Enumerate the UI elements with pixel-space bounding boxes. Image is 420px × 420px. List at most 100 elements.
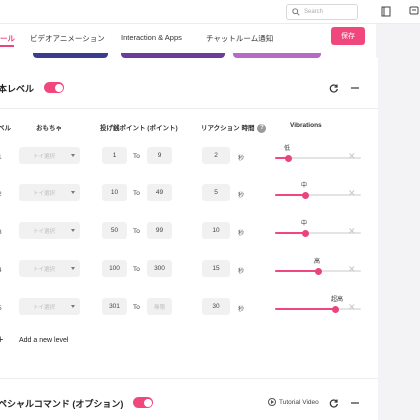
level-row: 3 トイ選択 50 To 99 10 秒 中 ✕ <box>0 218 378 248</box>
reaction-time-input[interactable]: 5 <box>202 184 230 201</box>
header-tip-points: 投げ銭ポイント (ポイント) <box>100 125 178 132</box>
chat-icon[interactable] <box>409 6 419 17</box>
vibration-slider-fill <box>275 194 305 196</box>
bookmark-icon[interactable] <box>381 6 391 17</box>
refresh-icon[interactable] <box>329 398 339 408</box>
points-from-input[interactable]: 1 <box>102 147 127 164</box>
to-label: To <box>133 153 140 160</box>
vibration-level-label: 中 <box>301 221 308 227</box>
collapse-icon[interactable] <box>350 398 360 408</box>
section-divider <box>0 378 378 379</box>
toy-select[interactable]: トイ選択 <box>19 298 80 315</box>
to-label: To <box>133 266 140 273</box>
side-panel <box>378 24 420 420</box>
points-to-input[interactable]: 99 <box>147 222 172 239</box>
points-to-input[interactable]: 9 <box>147 147 172 164</box>
reaction-time-input[interactable]: 2 <box>202 147 230 164</box>
vibration-level-label: 中 <box>301 183 308 189</box>
points-from-input[interactable]: 10 <box>102 184 127 201</box>
reaction-time-input[interactable]: 15 <box>202 260 230 277</box>
header-vibrations: Vibrations <box>290 122 322 129</box>
seconds-label: 秒 <box>238 193 245 199</box>
toy-select[interactable]: トイ選択 <box>19 184 80 201</box>
section-divider <box>0 108 378 109</box>
points-to-input[interactable]: 無限 <box>147 298 172 315</box>
vibration-slider-fill <box>275 232 305 234</box>
add-level-label: Add a new level <box>19 337 69 344</box>
vibration-slider-fill <box>275 270 318 272</box>
level-row: 2 トイ選択 10 To 49 5 秒 中 ✕ <box>0 180 378 210</box>
tutorial-video-label: Tutorial Video <box>279 398 319 406</box>
plus-icon: + <box>0 334 4 346</box>
toy-select[interactable]: トイ選択 <box>19 222 80 239</box>
vibration-level-label: 超高 <box>331 297 344 303</box>
active-tab-indicator <box>0 45 14 47</box>
header-toy: おもちゃ <box>36 125 62 132</box>
vibration-slider-thumb[interactable] <box>314 267 322 275</box>
level-row: 1 トイ選択 1 To 9 2 秒 低 ✕ <box>0 143 378 173</box>
chevron-down-icon <box>71 305 75 308</box>
tab-interaction-apps[interactable]: Interaction & Apps <box>121 33 182 42</box>
points-from-input[interactable]: 100 <box>102 260 127 277</box>
seconds-label: 秒 <box>238 231 245 237</box>
delete-row-icon[interactable]: ✕ <box>348 188 356 199</box>
toy-select-placeholder: トイ選択 <box>33 191 56 197</box>
basic-level-title: 本レベル <box>0 84 35 94</box>
to-label: To <box>133 190 140 197</box>
vibration-slider-thumb[interactable] <box>301 191 309 199</box>
delete-row-icon[interactable]: ✕ <box>348 151 356 162</box>
level-number: 2 <box>0 191 2 198</box>
header-level: ベル <box>0 125 11 132</box>
level-number: 1 <box>0 154 2 161</box>
toy-select[interactable]: トイ選択 <box>19 260 80 277</box>
level-row: 4 トイ選択 100 To 300 15 秒 高 ✕ <box>0 256 378 286</box>
vibration-level-label: 低 <box>284 146 291 152</box>
vibration-slider-thumb[interactable] <box>331 305 339 313</box>
special-commands-title: ペシャルコマンド (オプション) <box>0 399 124 409</box>
reaction-time-input[interactable]: 30 <box>202 298 230 315</box>
delete-row-icon[interactable]: ✕ <box>348 226 356 237</box>
toy-select[interactable]: トイ選択 <box>19 147 80 164</box>
delete-row-icon[interactable]: ✕ <box>348 264 356 275</box>
save-button[interactable]: 保存 <box>331 27 365 45</box>
points-from-input[interactable]: 301 <box>102 298 127 315</box>
seconds-label: 秒 <box>238 269 245 275</box>
chevron-down-icon <box>71 154 75 157</box>
vibration-slider-thumb[interactable] <box>284 154 292 162</box>
vibration-slider-thumb[interactable] <box>301 229 309 237</box>
level-number: 4 <box>0 267 2 274</box>
vibration-slider-fill <box>275 308 335 310</box>
vibration-level-label: 高 <box>314 259 321 265</box>
basic-level-toggle[interactable] <box>44 82 64 93</box>
points-to-input[interactable]: 300 <box>147 260 172 277</box>
play-icon <box>268 398 276 406</box>
tab-chatroom-notification[interactable]: チャットルーム通知 <box>206 33 273 44</box>
search-placeholder: Search <box>304 9 324 15</box>
chevron-down-icon <box>71 191 75 194</box>
tutorial-video-link[interactable]: Tutorial Video <box>268 398 319 406</box>
seconds-label: 秒 <box>238 307 245 313</box>
special-commands-toggle[interactable] <box>133 397 153 408</box>
level-row: 5 トイ選択 301 To 無限 30 秒 超高 ✕ <box>0 294 378 324</box>
header-reaction-time: リアクション 時間? <box>201 122 267 133</box>
tab-video-animation[interactable]: ビデオアニメーション <box>30 33 105 44</box>
chevron-down-icon <box>71 267 75 270</box>
tab-level[interactable]: ール <box>0 33 15 44</box>
toy-select-placeholder: トイ選択 <box>33 154 56 160</box>
header-reaction-time-label: リアクション 時間 <box>201 125 255 132</box>
refresh-icon[interactable] <box>329 83 339 93</box>
toy-select-placeholder: トイ選択 <box>33 305 56 311</box>
delete-row-icon[interactable]: ✕ <box>348 302 356 313</box>
chevron-down-icon <box>71 229 75 232</box>
collapse-icon[interactable] <box>350 83 360 93</box>
help-icon[interactable]: ? <box>257 123 267 133</box>
top-bar: Search <box>0 0 420 24</box>
toy-select-placeholder: トイ選択 <box>33 229 56 235</box>
points-from-input[interactable]: 50 <box>102 222 127 239</box>
toy-select-placeholder: トイ選択 <box>33 267 56 273</box>
points-to-input[interactable]: 49 <box>147 184 172 201</box>
reaction-time-input[interactable]: 10 <box>202 222 230 239</box>
search-input[interactable]: Search <box>286 4 358 20</box>
search-icon <box>292 8 300 16</box>
to-label: To <box>133 304 140 311</box>
